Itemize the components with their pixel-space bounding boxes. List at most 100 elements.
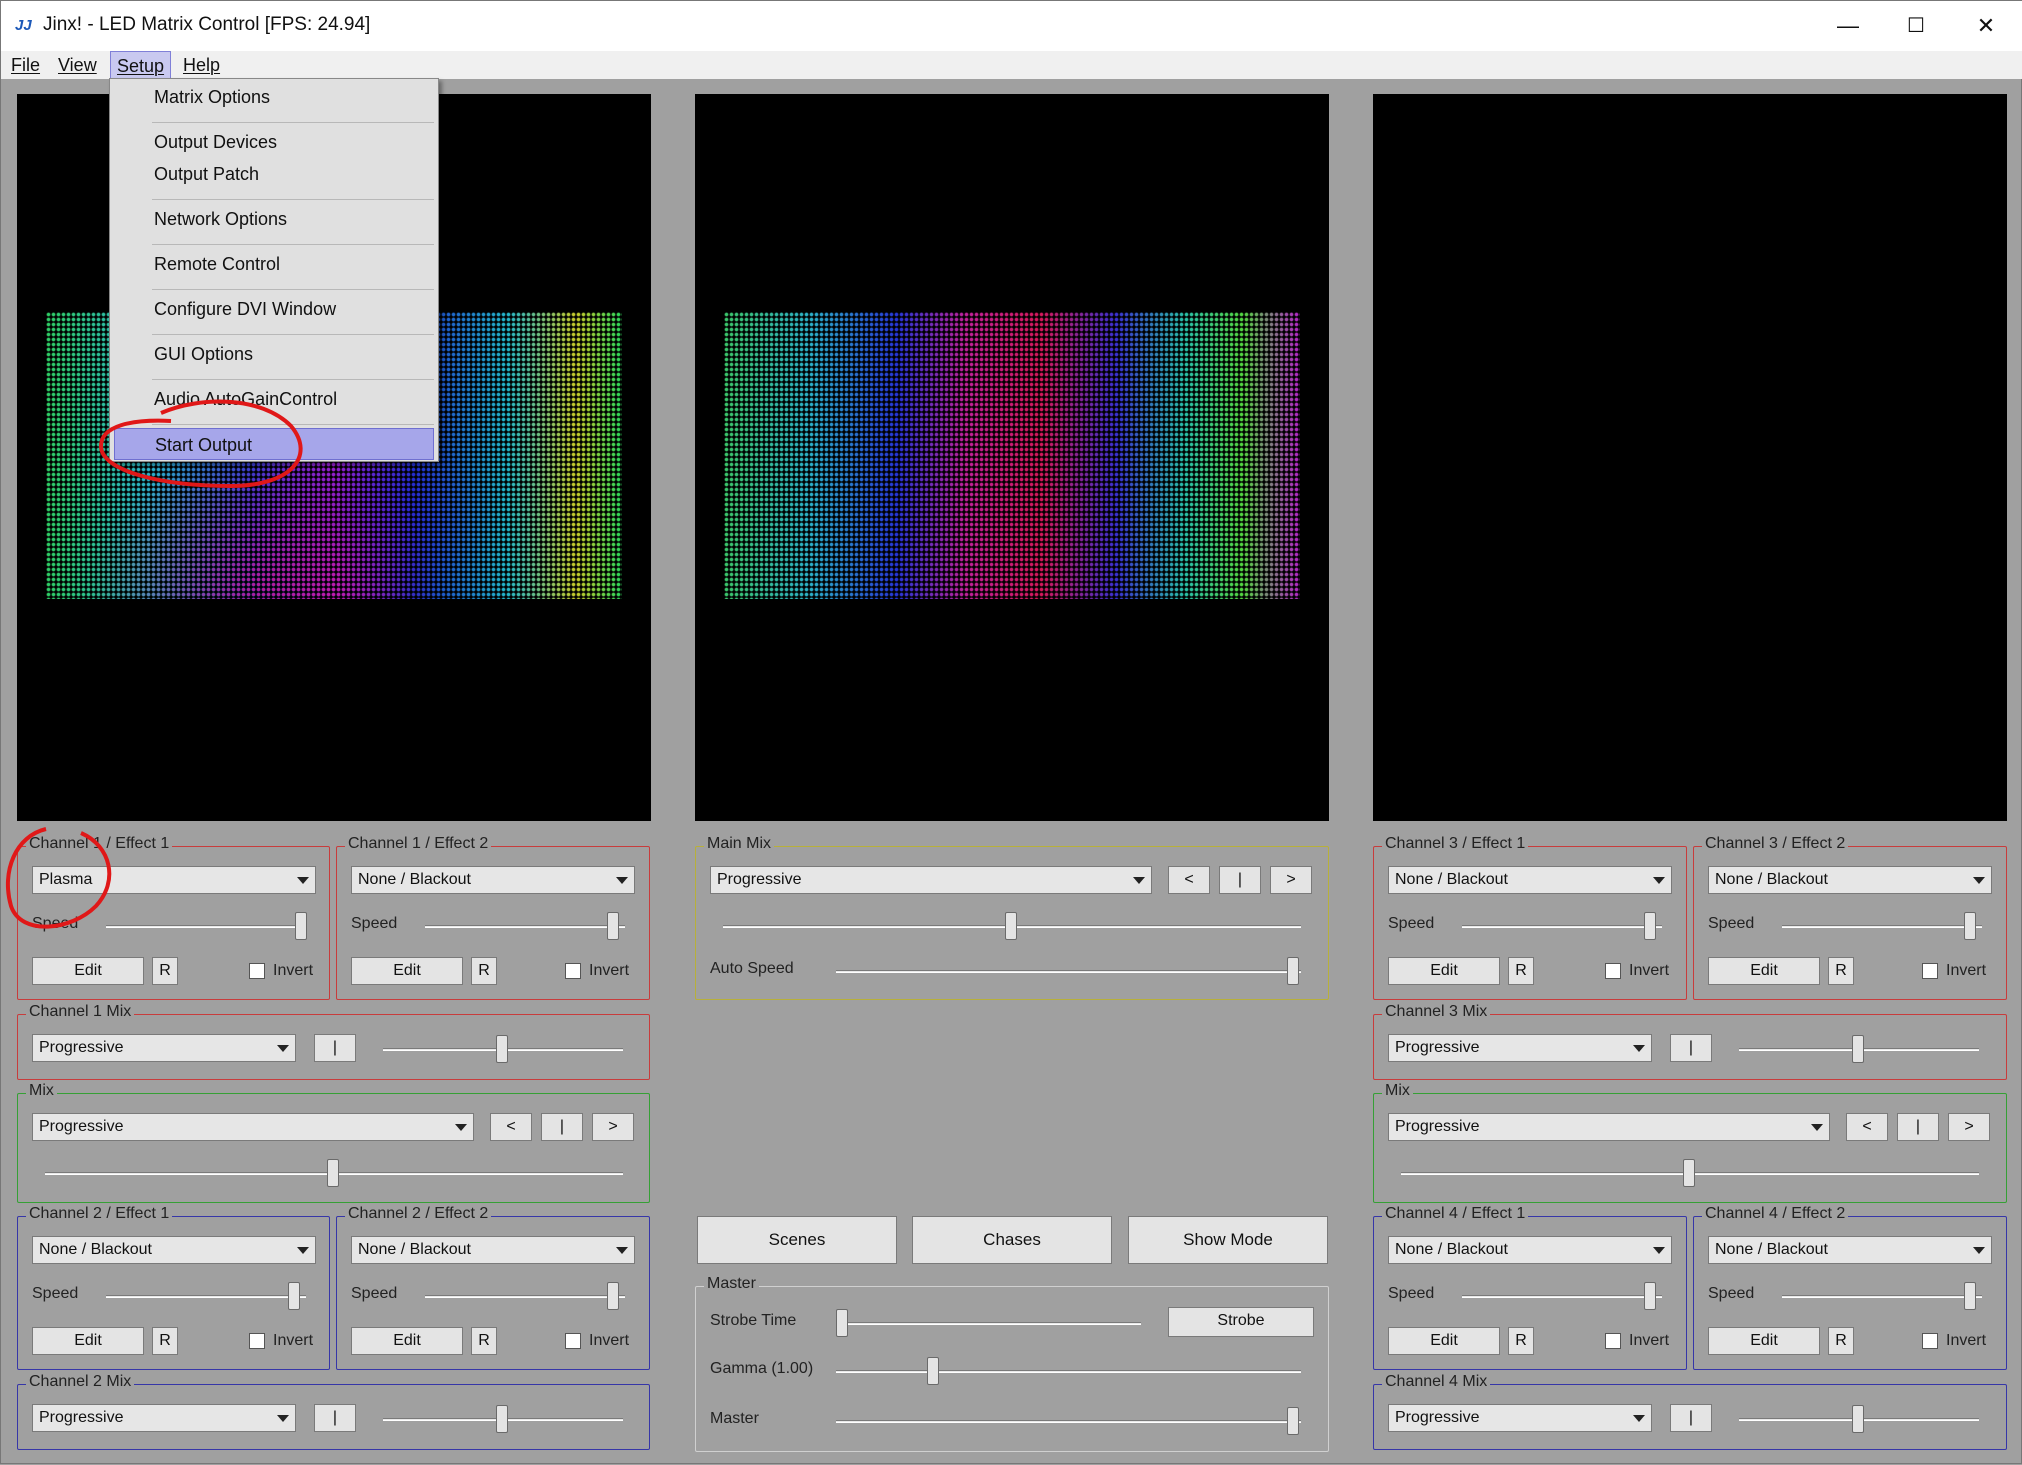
reset-button[interactable]: R <box>471 957 497 985</box>
auto-speed-slider-thumb[interactable] <box>1287 957 1299 985</box>
menu-item-output-patch[interactable]: Output Patch <box>114 158 434 190</box>
edit-button[interactable]: Edit <box>32 957 144 985</box>
reset-button[interactable]: R <box>1828 957 1854 985</box>
mix-mode-select[interactable]: Progressive <box>32 1404 296 1432</box>
invert-checkbox[interactable] <box>1605 1333 1621 1349</box>
invert-checkbox[interactable] <box>249 963 265 979</box>
invert-checkbox[interactable] <box>565 1333 581 1349</box>
menu-item-matrix-options[interactable]: Matrix Options <box>114 81 434 113</box>
mix-mode-select[interactable]: Progressive <box>1388 1404 1652 1432</box>
pause-button[interactable]: | <box>1670 1034 1712 1062</box>
chases-button[interactable]: Chases <box>912 1216 1112 1264</box>
menu-item-configure-dvi-window[interactable]: Configure DVI Window <box>114 293 434 325</box>
reset-button[interactable]: R <box>152 957 178 985</box>
show-mode-button[interactable]: Show Mode <box>1128 1216 1328 1264</box>
effect-select[interactable]: None / Blackout <box>32 1236 316 1264</box>
main-mix-slider-thumb[interactable] <box>1005 912 1017 940</box>
menu-item-network-options[interactable]: Network Options <box>114 203 434 235</box>
scenes-button[interactable]: Scenes <box>697 1216 897 1264</box>
speed-slider-thumb[interactable] <box>1644 912 1656 940</box>
reset-button[interactable]: R <box>1828 1327 1854 1355</box>
strobe-button[interactable]: Strobe <box>1168 1307 1314 1337</box>
mix-slider-thumb[interactable] <box>496 1035 508 1063</box>
effect-select[interactable]: None / Blackout <box>1388 866 1672 894</box>
speed-slider-track[interactable] <box>1782 925 1982 928</box>
speed-slider-track[interactable] <box>106 925 306 928</box>
speed-slider-thumb[interactable] <box>1964 912 1976 940</box>
pause-button[interactable]: | <box>1219 866 1261 894</box>
effect-select[interactable]: None / Blackout <box>1708 866 1992 894</box>
minimize-button[interactable]: — <box>1813 1 1883 51</box>
speed-slider-thumb[interactable] <box>607 1282 619 1310</box>
speed-slider-track[interactable] <box>1782 1295 1982 1298</box>
edit-button[interactable]: Edit <box>1388 1327 1500 1355</box>
main-mix-mode-select[interactable]: Progressive <box>710 866 1152 894</box>
speed-slider-thumb[interactable] <box>288 1282 300 1310</box>
menu-item-audio-autogaincontrol[interactable]: Audio AutoGainControl <box>114 383 434 415</box>
effect-select[interactable]: None / Blackout <box>1708 1236 1992 1264</box>
speed-slider-track[interactable] <box>425 925 625 928</box>
speed-slider-track[interactable] <box>1462 925 1662 928</box>
next-button[interactable]: > <box>592 1113 634 1141</box>
edit-button[interactable]: Edit <box>351 1327 463 1355</box>
master-slider-track[interactable] <box>836 1420 1301 1423</box>
invert-checkbox[interactable] <box>565 963 581 979</box>
effect-select[interactable]: None / Blackout <box>351 1236 635 1264</box>
menu-item-remote-control[interactable]: Remote Control <box>114 248 434 280</box>
speed-slider-thumb[interactable] <box>1964 1282 1976 1310</box>
effect-select[interactable]: Plasma <box>32 866 316 894</box>
reset-button[interactable]: R <box>1508 957 1534 985</box>
menu-item-start-output[interactable]: Start Output <box>114 428 434 460</box>
reset-button[interactable]: R <box>471 1327 497 1355</box>
edit-button[interactable]: Edit <box>32 1327 144 1355</box>
mix-slider-thumb[interactable] <box>327 1159 339 1187</box>
strobe-time-slider-track[interactable] <box>841 1322 1141 1325</box>
menu-item-output-devices[interactable]: Output Devices <box>114 126 434 158</box>
mix-slider-thumb[interactable] <box>1852 1035 1864 1063</box>
mix-mode-select[interactable]: Progressive <box>32 1034 296 1062</box>
effect-select[interactable]: None / Blackout <box>351 866 635 894</box>
close-button[interactable]: ✕ <box>1951 1 2021 51</box>
pause-button[interactable]: | <box>314 1034 356 1062</box>
edit-button[interactable]: Edit <box>1708 957 1820 985</box>
strobe-time-slider-thumb[interactable] <box>836 1309 848 1337</box>
invert-checkbox[interactable] <box>249 1333 265 1349</box>
speed-slider-track[interactable] <box>1462 1295 1662 1298</box>
menu-setup[interactable]: Setup <box>110 51 172 79</box>
auto-speed-slider-track[interactable] <box>836 970 1301 973</box>
gamma-slider-track[interactable] <box>836 1370 1301 1373</box>
menu-help[interactable]: Help <box>177 51 226 79</box>
previous-button[interactable]: < <box>490 1113 532 1141</box>
mix-slider-thumb[interactable] <box>1852 1405 1864 1433</box>
maximize-button[interactable]: ☐ <box>1881 1 1951 51</box>
speed-slider-track[interactable] <box>425 1295 625 1298</box>
menu-file[interactable]: File <box>5 51 46 79</box>
pause-button[interactable]: | <box>314 1404 356 1432</box>
pause-button[interactable]: | <box>1897 1113 1939 1141</box>
previous-button[interactable]: < <box>1168 866 1210 894</box>
next-button[interactable]: > <box>1948 1113 1990 1141</box>
gamma-slider-thumb[interactable] <box>927 1357 939 1385</box>
reset-button[interactable]: R <box>152 1327 178 1355</box>
next-button[interactable]: > <box>1270 866 1312 894</box>
speed-slider-track[interactable] <box>106 1295 306 1298</box>
speed-slider-thumb[interactable] <box>295 912 307 940</box>
menu-item-gui-options[interactable]: GUI Options <box>114 338 434 370</box>
speed-slider-thumb[interactable] <box>607 912 619 940</box>
reset-button[interactable]: R <box>1508 1327 1534 1355</box>
pause-button[interactable]: | <box>541 1113 583 1141</box>
menu-view[interactable]: View <box>52 51 103 79</box>
mix-mode-select[interactable]: Progressive <box>32 1113 474 1141</box>
speed-slider-thumb[interactable] <box>1644 1282 1656 1310</box>
mix-slider-thumb[interactable] <box>1683 1159 1695 1187</box>
mix-slider-thumb[interactable] <box>496 1405 508 1433</box>
edit-button[interactable]: Edit <box>1388 957 1500 985</box>
pause-button[interactable]: | <box>1670 1404 1712 1432</box>
previous-button[interactable]: < <box>1846 1113 1888 1141</box>
edit-button[interactable]: Edit <box>1708 1327 1820 1355</box>
edit-button[interactable]: Edit <box>351 957 463 985</box>
master-slider-thumb[interactable] <box>1287 1407 1299 1435</box>
mix-mode-select[interactable]: Progressive <box>1388 1034 1652 1062</box>
invert-checkbox[interactable] <box>1922 963 1938 979</box>
mix-mode-select[interactable]: Progressive <box>1388 1113 1830 1141</box>
